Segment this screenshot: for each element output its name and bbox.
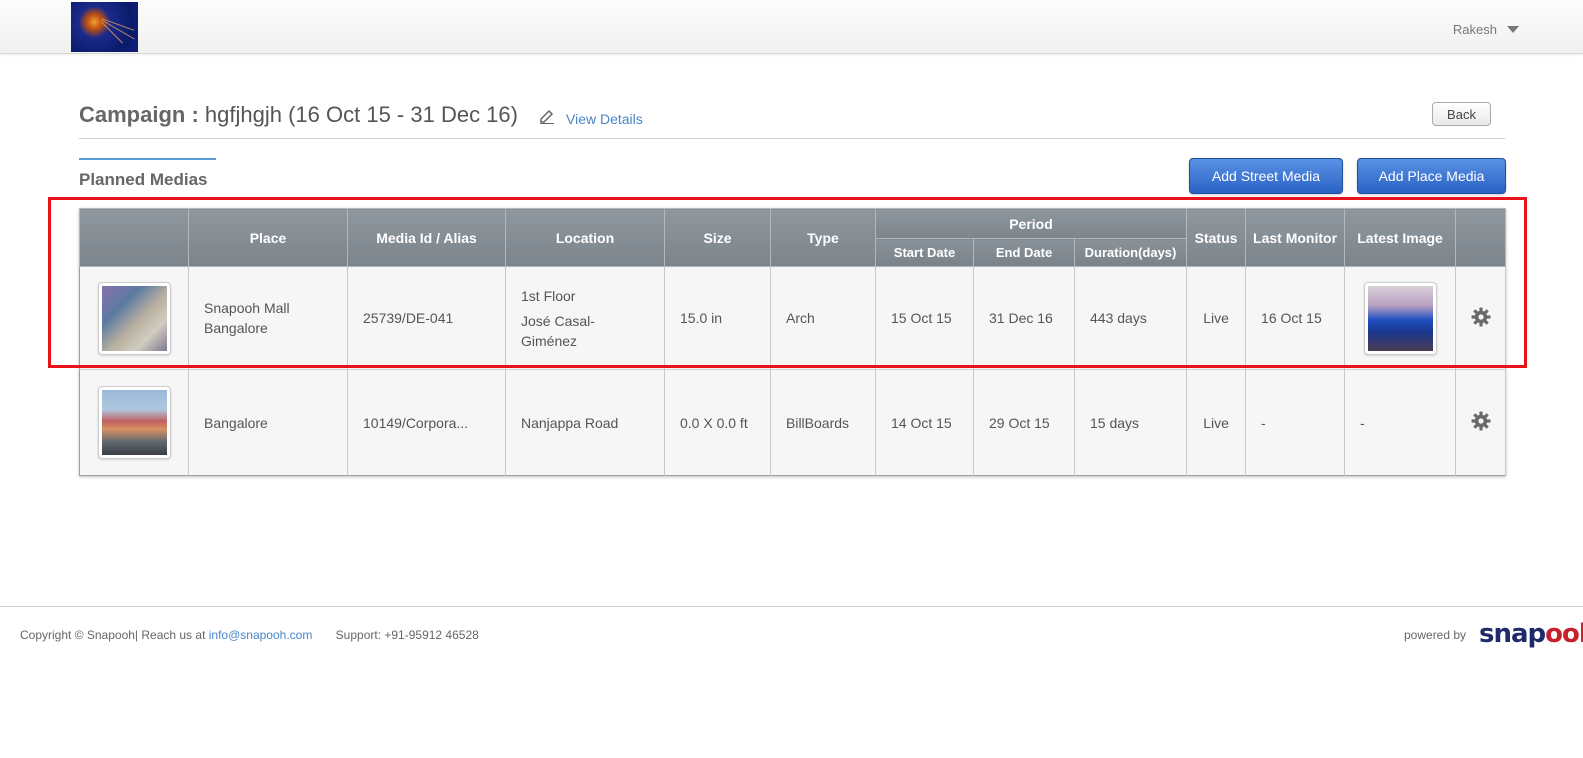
column-header-media-id: Media Id / Alias — [347, 208, 506, 267]
pencil-icon[interactable] — [539, 108, 555, 124]
column-header-thumbnail — [79, 208, 189, 267]
column-header-location: Location — [505, 208, 665, 267]
gear-icon[interactable] — [1471, 411, 1491, 431]
media-thumbnail[interactable] — [97, 281, 171, 355]
campaign-name: hgfjhgjh (16 Oct 15 - 31 Dec 16) — [204, 102, 518, 127]
powered-by-text: powered by — [1404, 628, 1467, 642]
media-thumbnail[interactable] — [97, 386, 171, 459]
back-button[interactable]: Back — [1432, 102, 1491, 126]
support-text: Support: +91-95912 46528 — [335, 628, 479, 642]
latest-image-thumbnail[interactable] — [1363, 281, 1437, 355]
column-header-last-monitor: Last Monitor — [1245, 208, 1346, 267]
media-id-cell: 25739/DE-041 — [347, 266, 506, 370]
brand-logo[interactable]: snapooh — [1479, 619, 1583, 649]
chevron-down-icon — [1507, 26, 1519, 33]
last-monitor-cell: - — [1245, 369, 1346, 476]
footer-info: Copyright © Snapooh| Reach us at info@sn… — [20, 628, 479, 642]
column-header-status: Status — [1186, 208, 1247, 267]
planned-media-table: Place Media Id / Alias Location Size Typ… — [79, 208, 1507, 476]
table-row[interactable]: Snapooh Mall Bangalore 25739/DE-041 1st … — [79, 266, 1507, 370]
type-cell: BillBoards — [770, 369, 876, 476]
user-menu[interactable]: Rakesh — [1453, 22, 1519, 37]
column-header-actions — [1455, 208, 1507, 267]
email-link[interactable]: info@snapooh.com — [209, 628, 313, 642]
page-title: Campaign : hgfjhgjh (16 Oct 15 - 31 Dec … — [79, 102, 518, 128]
campaign-header: Campaign : hgfjhgjh (16 Oct 15 - 31 Dec … — [79, 102, 1505, 139]
duration-cell: 443 days — [1074, 266, 1188, 370]
table-row[interactable]: Bangalore 10149/Corpora... Nanjappa Road… — [79, 369, 1507, 476]
brand-logo-part1: snap — [1479, 619, 1546, 649]
start-date-cell: 14 Oct 15 — [875, 369, 974, 476]
copyright-text: Copyright © Snapooh| Reach us at — [20, 628, 209, 642]
media-id-cell: 10149/Corpora... — [347, 369, 506, 476]
column-header-size: Size — [664, 208, 771, 267]
brand-logo-part2: ooh — [1545, 619, 1583, 649]
column-header-end-date: End Date — [973, 238, 1075, 267]
latest-image-cell: - — [1344, 369, 1457, 476]
top-bar: Rakesh — [0, 0, 1583, 54]
place-name: Snapooh Mall — [204, 300, 290, 316]
end-date-cell: 29 Oct 15 — [973, 369, 1075, 476]
tab-planned-medias[interactable]: Planned Medias — [79, 158, 216, 190]
location-floor: 1st Floor — [521, 287, 576, 304]
column-header-period: Period — [874, 208, 1188, 239]
size-cell: 15.0 in — [664, 266, 771, 370]
type-cell: Arch — [770, 266, 876, 370]
user-name: Rakesh — [1452, 22, 1497, 37]
column-header-type: Type — [770, 208, 876, 267]
place-city: Bangalore — [204, 320, 268, 336]
size-cell: 0.0 X 0.0 ft — [664, 369, 771, 476]
footer: Copyright © Snapooh| Reach us at info@sn… — [0, 606, 1583, 676]
column-header-place: Place — [188, 208, 348, 267]
column-header-start-date: Start Date — [875, 238, 974, 267]
status-cell: Live — [1186, 266, 1247, 370]
campaign-label: Campaign : — [79, 102, 199, 127]
last-monitor-cell: 16 Oct 15 — [1245, 266, 1346, 370]
gear-icon[interactable] — [1471, 307, 1491, 327]
location-name: José Casal-Giménez — [521, 312, 595, 349]
start-date-cell: 15 Oct 15 — [875, 266, 974, 370]
end-date-cell: 31 Dec 16 — [973, 266, 1075, 370]
column-header-latest-image: Latest Image — [1344, 208, 1457, 267]
view-details-link[interactable]: View Details — [566, 111, 643, 127]
duration-cell: 15 days — [1074, 369, 1188, 476]
add-street-media-button[interactable]: Add Street Media — [1189, 158, 1343, 194]
status-cell: Live — [1186, 369, 1247, 476]
app-logo[interactable] — [71, 2, 138, 52]
add-place-media-button[interactable]: Add Place Media — [1357, 158, 1506, 194]
location-name: Nanjappa Road — [505, 369, 665, 476]
column-header-duration: Duration(days) — [1073, 238, 1188, 267]
place-name: Bangalore — [188, 369, 348, 476]
